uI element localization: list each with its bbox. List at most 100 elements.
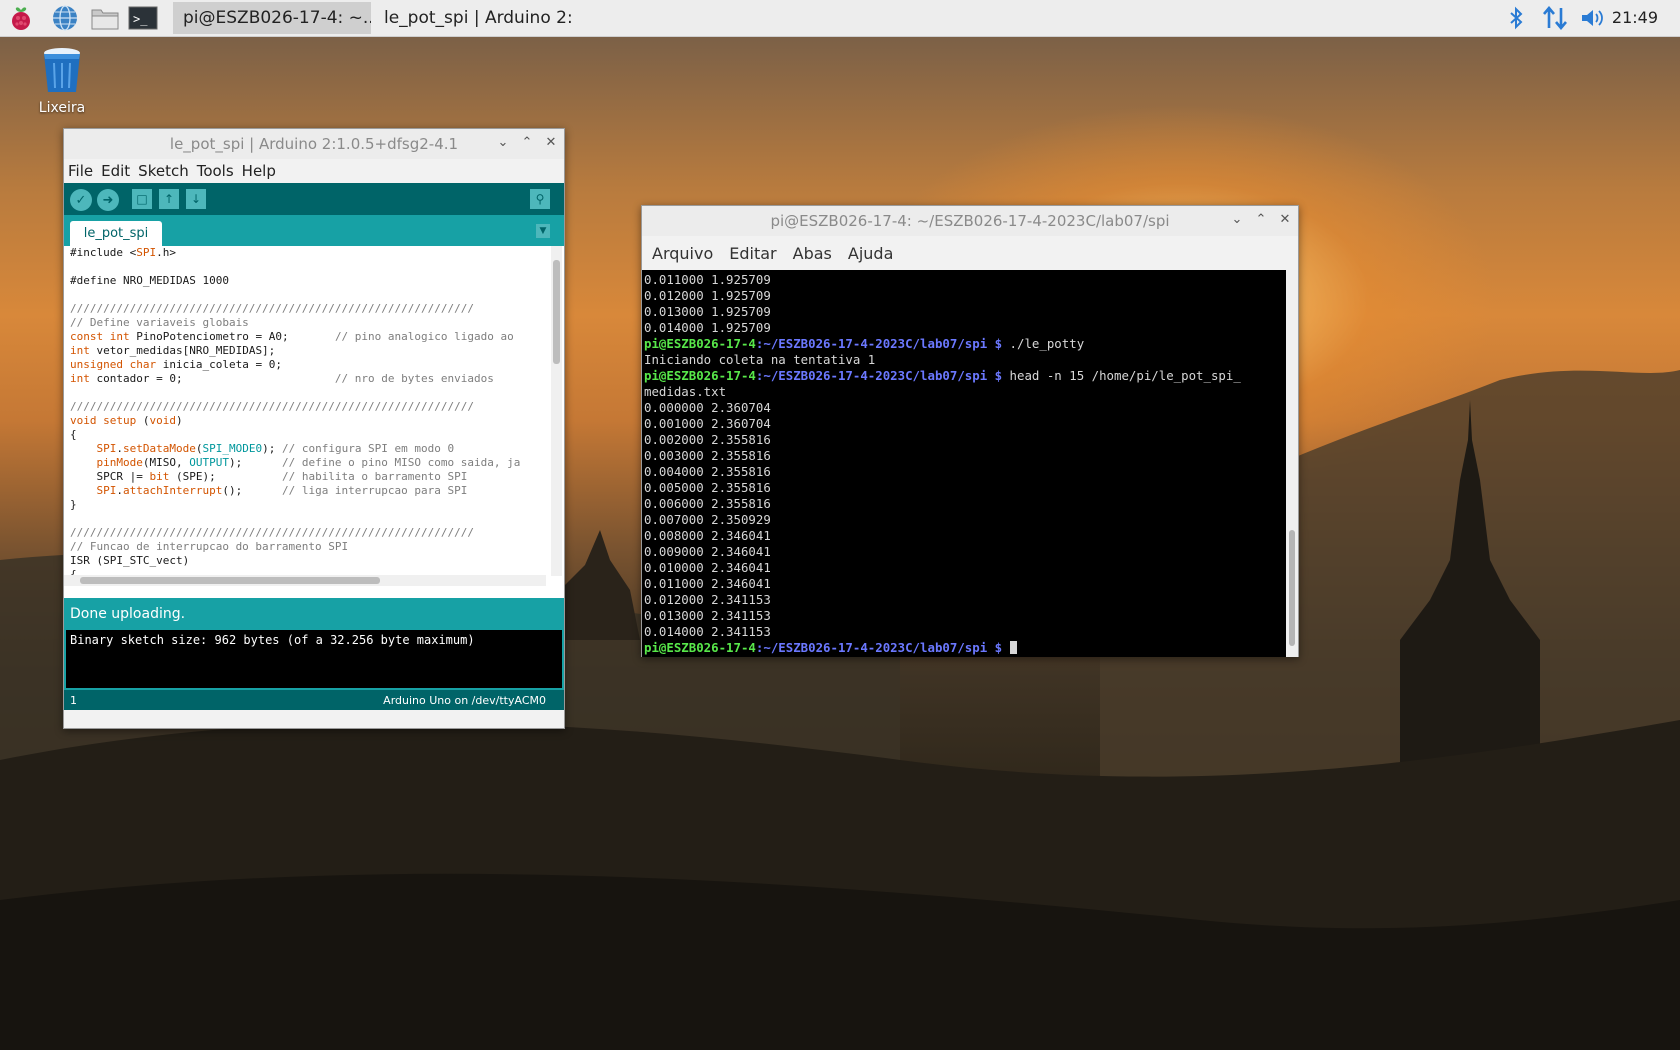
network-icon[interactable] bbox=[1540, 3, 1570, 33]
code-line[interactable]: ////////////////////////////////////////… bbox=[70, 302, 546, 316]
code-line[interactable]: SPI.attachInterrupt(); // liga interrupc… bbox=[70, 484, 546, 498]
terminal-cursor bbox=[1009, 641, 1017, 654]
taskbar-task-arduino[interactable]: le_pot_spi | Arduino 2:... bbox=[374, 2, 574, 34]
code-line[interactable]: ISR (SPI_STC_vect) bbox=[70, 554, 546, 568]
clock[interactable]: 21:49 bbox=[1612, 8, 1658, 27]
code-line[interactable]: int contador = 0; // nro de bytes enviad… bbox=[70, 372, 546, 386]
menu-file[interactable]: File bbox=[68, 162, 93, 180]
window-title: pi@ESZB026-17-4: ~/ESZB026-17-4-2023C/la… bbox=[770, 212, 1170, 230]
serial-monitor-icon[interactable]: ⚲ bbox=[530, 189, 550, 209]
volume-icon[interactable] bbox=[1578, 3, 1608, 33]
terminal-titlebar[interactable]: pi@ESZB026-17-4: ~/ESZB026-17-4-2023C/la… bbox=[642, 206, 1298, 236]
code-line[interactable]: // Define variaveis globais bbox=[70, 316, 546, 330]
terminal-line: 0.003000 2.355816 bbox=[644, 448, 771, 463]
code-line[interactable]: const int PinoPotenciometro = A0; // pin… bbox=[70, 330, 546, 344]
terminal-line: 0.006000 2.355816 bbox=[644, 496, 771, 511]
trash-label: Lixeira bbox=[38, 100, 86, 116]
terminal-prompt-line: pi@ESZB026-17-4:~/ESZB026-17-4-2023C/lab… bbox=[644, 640, 1284, 656]
terminal-line: Iniciando coleta na tentativa 1 bbox=[644, 352, 876, 367]
minimize-icon[interactable]: ⌄ bbox=[496, 135, 510, 151]
trash-icon bbox=[44, 48, 80, 92]
terminal-line: 0.011000 2.346041 bbox=[644, 576, 771, 591]
terminal-line: medidas.txt bbox=[644, 384, 727, 399]
arduino-toolbar: ✓ ➜ □ ↑ ↓ ⚲ bbox=[64, 183, 564, 215]
code-line[interactable]: #define NRO_MEDIDAS 1000 bbox=[70, 274, 546, 288]
maximize-icon[interactable]: ⌃ bbox=[520, 135, 534, 151]
code-line[interactable]: unsigned char inicia_coleta = 0; bbox=[70, 358, 546, 372]
menu-ajuda[interactable]: Ajuda bbox=[848, 244, 894, 263]
terminal-output[interactable]: 0.011000 1.925709 0.012000 1.925709 0.0130… bbox=[642, 270, 1298, 657]
terminal-scrollbar[interactable] bbox=[1286, 270, 1298, 657]
code-line[interactable]: ////////////////////////////////////////… bbox=[70, 526, 546, 540]
taskbar: >_ >_ pi@ESZB026-17-4: ~... le_pot_spi |… bbox=[0, 0, 1680, 37]
arduino-window: le_pot_spi | Arduino 2:1.0.5+dfsg2-4.1 ⌄… bbox=[63, 128, 565, 729]
menu-arquivo[interactable]: Arquivo bbox=[652, 244, 713, 263]
code-line[interactable] bbox=[70, 512, 546, 526]
terminal-window: pi@ESZB026-17-4: ~/ESZB026-17-4-2023C/la… bbox=[641, 205, 1299, 657]
code-line[interactable] bbox=[70, 386, 546, 400]
upload-icon[interactable]: ➜ bbox=[97, 189, 119, 211]
terminal-line: 0.013000 2.341153 bbox=[644, 608, 771, 623]
code-line[interactable] bbox=[70, 260, 546, 274]
terminal-line: 0.014000 1.925709 bbox=[644, 320, 771, 335]
menu-edit[interactable]: Edit bbox=[101, 162, 130, 180]
code-line[interactable]: // Funcao de interrupcao do barramento S… bbox=[70, 540, 546, 554]
arduino-footer: 1 Arduino Uno on /dev/ttyACM0 bbox=[64, 690, 564, 710]
taskbar-task-label: le_pot_spi | Arduino 2:... bbox=[384, 8, 574, 28]
code-line[interactable]: #include <SPI.h> bbox=[70, 246, 546, 260]
terminal-line: 0.013000 1.925709 bbox=[644, 304, 771, 319]
terminal-line: 0.012000 2.341153 bbox=[644, 592, 771, 607]
open-sketch-icon[interactable]: ↑ bbox=[159, 189, 179, 209]
terminal-line: 0.011000 1.925709 bbox=[644, 272, 771, 287]
raspberry-menu-icon[interactable] bbox=[6, 3, 36, 33]
output-console: Binary sketch size: 962 bytes (of a 32.2… bbox=[64, 630, 564, 690]
taskbar-task-label: pi@ESZB026-17-4: ~... bbox=[183, 8, 371, 28]
code-line[interactable] bbox=[70, 288, 546, 302]
terminal-text[interactable]: 0.011000 1.925709 0.012000 1.925709 0.0130… bbox=[644, 272, 1284, 656]
terminal-command-line: pi@ESZB026-17-4:~/ESZB026-17-4-2023C/lab… bbox=[644, 336, 1085, 351]
terminal-line: 0.008000 2.346041 bbox=[644, 528, 771, 543]
code-line[interactable]: void setup (void) bbox=[70, 414, 546, 428]
code-line[interactable]: { bbox=[70, 428, 546, 442]
code-line[interactable]: SPCR |= bit (SPE); // habilita o barrame… bbox=[70, 470, 546, 484]
svg-text:>_: >_ bbox=[133, 12, 148, 26]
terminal-launcher-icon[interactable]: >_ bbox=[128, 3, 158, 33]
terminal-line: 0.014000 2.341153 bbox=[644, 624, 771, 639]
code-line[interactable]: pinMode(MISO, OUTPUT); // define o pino … bbox=[70, 456, 546, 470]
menu-editar[interactable]: Editar bbox=[729, 244, 776, 263]
close-icon[interactable]: ✕ bbox=[1278, 212, 1292, 228]
trash-desktop-icon[interactable]: Lixeira bbox=[30, 44, 94, 116]
tab-menu-icon[interactable]: ▼ bbox=[536, 224, 550, 238]
code-editor[interactable]: #include <SPI.h> #define NRO_MEDIDAS 100… bbox=[64, 246, 564, 586]
bluetooth-icon[interactable] bbox=[1506, 3, 1526, 33]
menu-abas[interactable]: Abas bbox=[793, 244, 832, 263]
terminal-line: 0.007000 2.350929 bbox=[644, 512, 771, 527]
save-sketch-icon[interactable]: ↓ bbox=[186, 189, 206, 209]
editor-vertical-scrollbar[interactable] bbox=[551, 246, 562, 576]
menu-tools[interactable]: Tools bbox=[197, 162, 234, 180]
editor-horizontal-scrollbar[interactable] bbox=[64, 575, 546, 586]
tab-le-pot-spi[interactable]: le_pot_spi bbox=[70, 221, 162, 246]
terminal-line: 0.001000 2.360704 bbox=[644, 416, 771, 431]
code-line[interactable]: ////////////////////////////////////////… bbox=[70, 400, 546, 414]
code-text[interactable]: #include <SPI.h> #define NRO_MEDIDAS 100… bbox=[70, 246, 546, 576]
verify-icon[interactable]: ✓ bbox=[70, 189, 92, 211]
code-line[interactable]: SPI.setDataMode(SPI_MODE0); // configura… bbox=[70, 442, 546, 456]
web-browser-icon[interactable] bbox=[50, 3, 80, 33]
maximize-icon[interactable]: ⌃ bbox=[1254, 212, 1268, 228]
new-sketch-icon[interactable]: □ bbox=[132, 189, 152, 209]
terminal-menubar: Arquivo Editar Abas Ajuda bbox=[642, 236, 1298, 270]
terminal-line: 0.012000 1.925709 bbox=[644, 288, 771, 303]
board-info: Arduino Uno on /dev/ttyACM0 bbox=[383, 694, 546, 707]
terminal-command-line: pi@ESZB026-17-4:~/ESZB026-17-4-2023C/lab… bbox=[644, 368, 1241, 383]
arduino-titlebar[interactable]: le_pot_spi | Arduino 2:1.0.5+dfsg2-4.1 ⌄… bbox=[64, 129, 564, 159]
minimize-icon[interactable]: ⌄ bbox=[1230, 212, 1244, 228]
code-line[interactable]: } bbox=[70, 498, 546, 512]
menu-help[interactable]: Help bbox=[242, 162, 276, 180]
panel-divider[interactable] bbox=[64, 586, 564, 598]
code-line[interactable]: int vetor_medidas[NRO_MEDIDAS]; bbox=[70, 344, 546, 358]
close-icon[interactable]: ✕ bbox=[544, 135, 558, 151]
menu-sketch[interactable]: Sketch bbox=[138, 162, 189, 180]
taskbar-task-terminal[interactable]: >_ pi@ESZB026-17-4: ~... bbox=[173, 2, 371, 34]
file-manager-icon[interactable] bbox=[90, 3, 120, 33]
